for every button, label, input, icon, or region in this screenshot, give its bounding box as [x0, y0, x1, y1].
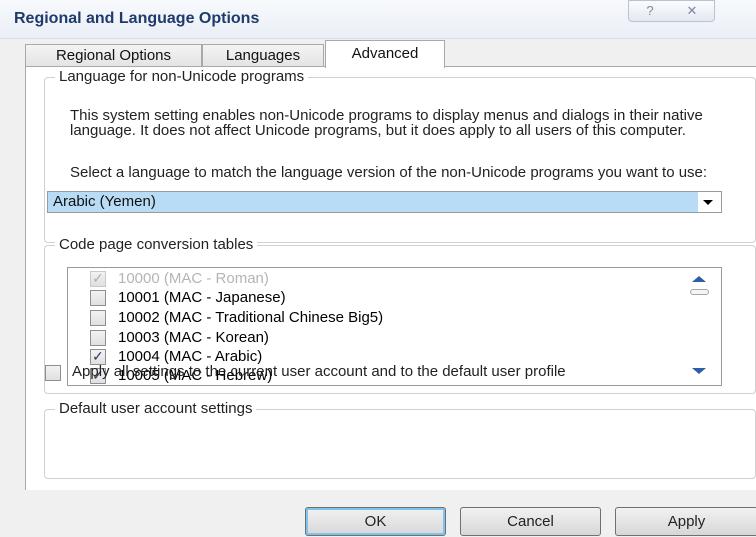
default-account-group-label: Default user account settings [55, 400, 257, 417]
chevron-down-icon [703, 200, 713, 205]
scroll-thumb[interactable] [690, 289, 709, 295]
non-unicode-group: Language for non-Unicode programs This s… [44, 68, 756, 243]
help-icon: ? [646, 3, 654, 18]
close-button[interactable]: ✕ [670, 0, 715, 22]
code-page-label: 10000 (MAC - Roman) [118, 270, 269, 287]
scroll-up-icon[interactable] [692, 276, 706, 282]
list-item[interactable]: 10003 (MAC - Korean) [68, 328, 678, 347]
code-page-checkbox[interactable] [90, 310, 106, 326]
select-language-prompt: Select a language to match the language … [70, 164, 708, 181]
code-page-label: 10001 (MAC - Japanese) [118, 289, 286, 306]
non-unicode-language-dropdown[interactable]: Arabic (Yemen) [47, 191, 722, 213]
checkmark-icon: ✓ [92, 270, 104, 286]
code-page-checkbox: ✓ [90, 270, 106, 287]
code-page-label: 10002 (MAC - Traditional Chinese Big5) [118, 309, 384, 326]
help-button[interactable]: ? [628, 0, 672, 22]
tab-advanced[interactable]: Advanced [325, 40, 445, 68]
code-page-label: 10003 (MAC - Korean) [118, 329, 269, 346]
close-icon: ✕ [686, 3, 698, 18]
scroll-down-icon[interactable] [692, 368, 706, 374]
apply-button[interactable]: Apply [615, 507, 756, 536]
selected-language: Arabic (Yemen) [48, 192, 698, 212]
non-unicode-description: This system setting enables non-Unicode … [70, 107, 703, 139]
non-unicode-group-label: Language for non-Unicode programs [55, 68, 309, 85]
ok-button[interactable]: OK [305, 507, 446, 536]
list-item[interactable]: 10001 (MAC - Japanese) [68, 288, 678, 307]
code-page-group-label: Code page conversion tables [55, 236, 258, 253]
apply-to-default-profile-label[interactable]: Apply all settings to the current user a… [72, 364, 692, 379]
default-account-group: Default user account settings [44, 400, 756, 479]
window-title: Regional and Language Options [14, 10, 260, 27]
code-page-checkbox[interactable] [90, 330, 106, 346]
apply-to-default-profile-checkbox[interactable] [45, 365, 61, 381]
list-item: ✓ 10000 (MAC - Roman) [68, 269, 678, 288]
list-item[interactable]: 10002 (MAC - Traditional Chinese Big5) [68, 308, 678, 327]
code-page-checkbox[interactable] [90, 290, 106, 306]
cancel-button[interactable]: Cancel [460, 507, 601, 536]
title-bar: Regional and Language Options ? ✕ [0, 0, 756, 39]
tab-languages[interactable]: Languages [202, 44, 324, 67]
tab-regional-options[interactable]: Regional Options [25, 44, 202, 67]
